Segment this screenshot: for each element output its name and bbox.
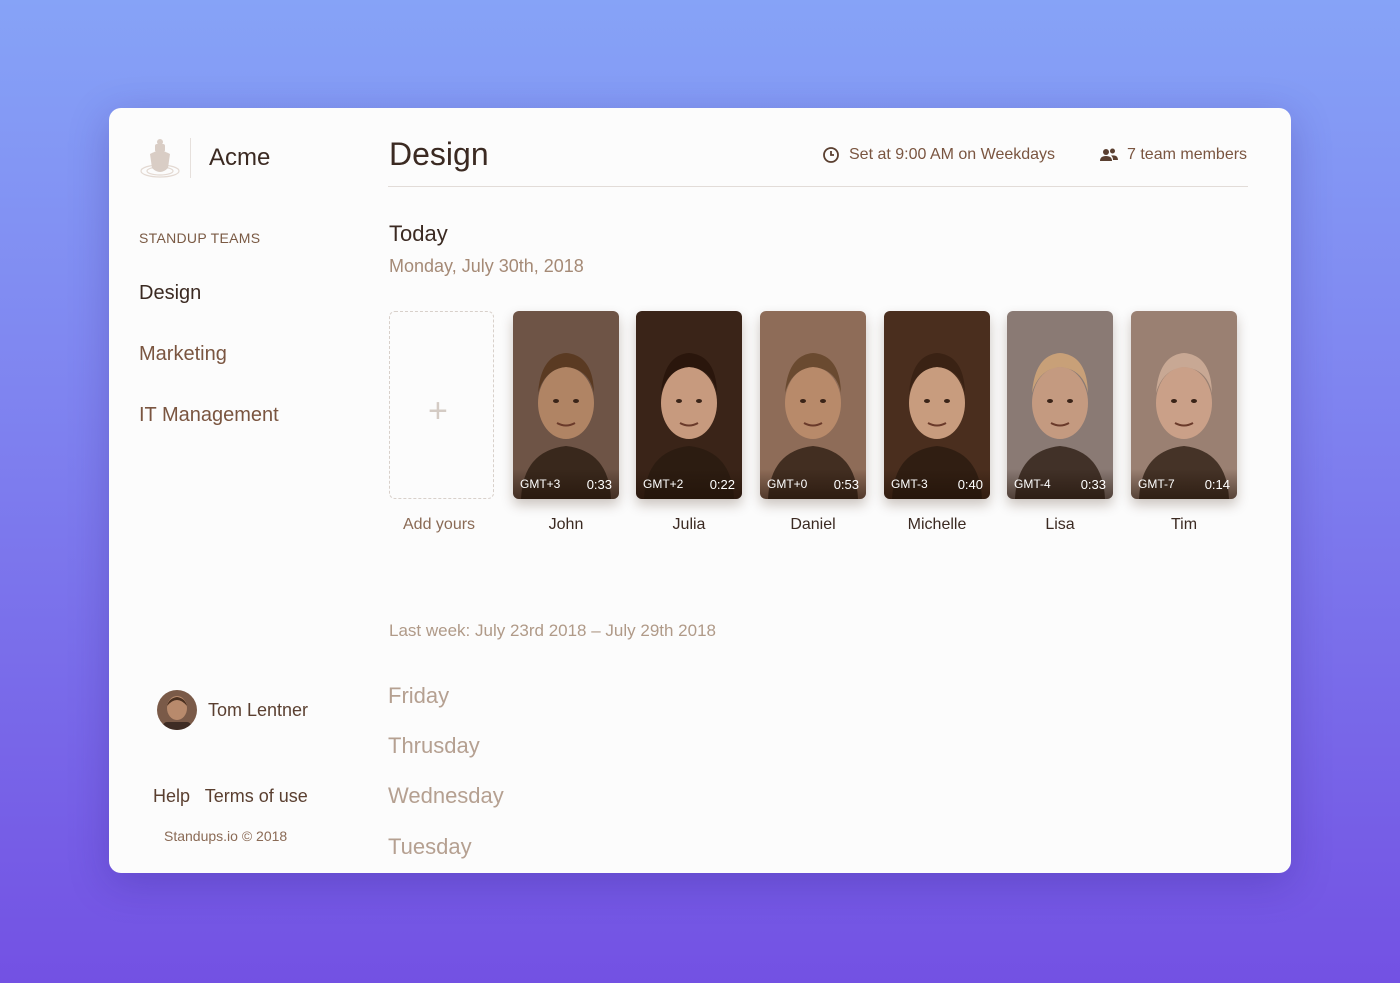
video-meta: GMT-3 0:40 xyxy=(884,469,990,499)
footer-links: Help Terms of use xyxy=(153,786,318,807)
duration-label: 0:14 xyxy=(1204,476,1230,492)
logo-divider xyxy=(190,138,191,178)
duration-label: 0:53 xyxy=(833,476,859,492)
video-card[interactable]: GMT-4 0:33 xyxy=(1007,311,1113,499)
member-name: Tim xyxy=(1170,516,1198,533)
help-link[interactable]: Help xyxy=(153,786,190,806)
timezone-label: GMT+3 xyxy=(520,477,561,491)
video-card[interactable]: GMT+0 0:53 xyxy=(760,311,866,499)
sidebar-section-title: STANDUP TEAMS xyxy=(139,230,261,246)
video-meta: GMT-7 0:14 xyxy=(1131,469,1237,499)
terms-link[interactable]: Terms of use xyxy=(205,786,308,806)
schedule-info[interactable]: Set at 9:00 AM on Weekdays xyxy=(822,146,1055,164)
today-heading: Today xyxy=(389,221,448,246)
member-name: Julia xyxy=(672,516,706,533)
team-members-icon xyxy=(1100,148,1118,161)
acme-logo-icon xyxy=(140,139,180,178)
timezone-label: GMT+2 xyxy=(643,477,684,491)
schedule-text: Set at 9:00 AM on Weekdays xyxy=(849,146,1056,163)
team-members-text: 7 team members xyxy=(1127,146,1248,163)
copyright: Standups.io © 2018 xyxy=(164,828,288,844)
user-profile[interactable]: Tom Lentner xyxy=(157,690,308,730)
timezone-label: GMT-4 xyxy=(1014,477,1051,491)
sidebar-item-it-management[interactable]: IT Management xyxy=(139,404,279,427)
member-name: Lisa xyxy=(1045,516,1075,533)
member-name: John xyxy=(548,516,584,533)
app-card: Acme STANDUP TEAMS Design Marketing IT M… xyxy=(109,108,1291,873)
duration-label: 0:33 xyxy=(586,476,612,492)
today-date: Monday, July 30th, 2018 xyxy=(389,256,584,276)
timezone-label: GMT+0 xyxy=(767,477,808,491)
video-card[interactable]: GMT+3 0:33 xyxy=(513,311,619,499)
day-item-friday[interactable]: Friday xyxy=(388,683,449,709)
last-week-label: Last week: July 23rd 2018 – July 29th 20… xyxy=(389,621,716,640)
duration-label: 0:40 xyxy=(957,476,983,492)
video-meta: GMT+0 0:53 xyxy=(760,469,866,499)
plus-icon: + xyxy=(428,392,448,430)
member-name: Michelle xyxy=(907,516,967,533)
brand-name: Acme xyxy=(209,144,271,171)
member-name: Daniel xyxy=(790,516,836,533)
day-item-wednesday[interactable]: Wednesday xyxy=(388,783,504,809)
header-divider xyxy=(388,186,1248,187)
video-meta: GMT+2 0:22 xyxy=(636,469,742,499)
avatar xyxy=(157,690,197,730)
timezone-label: GMT-7 xyxy=(1138,477,1175,491)
page-title: Design xyxy=(389,136,489,172)
video-card[interactable]: GMT+2 0:22 xyxy=(636,311,742,499)
day-item-thursday[interactable]: Thrusday xyxy=(388,733,480,759)
video-card[interactable]: GMT-3 0:40 xyxy=(884,311,990,499)
add-yours-label: Add yours xyxy=(403,516,476,533)
day-item-tuesday[interactable]: Tuesday xyxy=(388,834,472,860)
sidebar-item-design[interactable]: Design xyxy=(139,282,201,305)
timezone-label: GMT-3 xyxy=(891,477,928,491)
duration-label: 0:22 xyxy=(709,476,735,492)
team-members-info[interactable]: 7 team members xyxy=(1100,146,1247,164)
user-name: Tom Lentner xyxy=(208,699,309,720)
clock-icon xyxy=(823,147,839,163)
sidebar-item-marketing[interactable]: Marketing xyxy=(139,343,227,366)
video-card[interactable]: GMT-7 0:14 xyxy=(1131,311,1237,499)
add-standup-button[interactable]: + xyxy=(389,311,494,499)
video-meta: GMT+3 0:33 xyxy=(513,469,619,499)
duration-label: 0:33 xyxy=(1080,476,1106,492)
video-meta: GMT-4 0:33 xyxy=(1007,469,1113,499)
